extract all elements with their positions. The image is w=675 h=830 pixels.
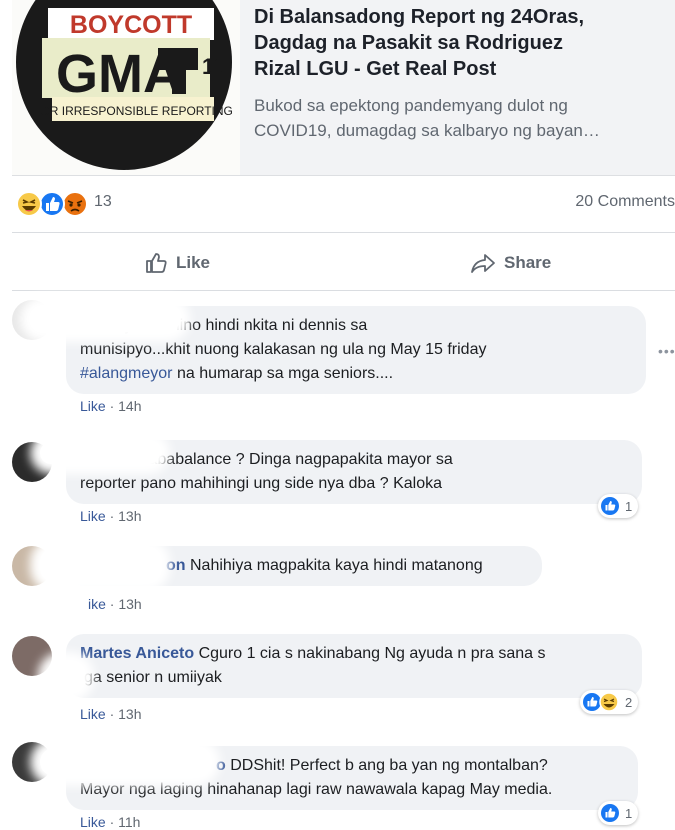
like-reaction-icon	[601, 497, 619, 515]
comment-reaction-count: 1	[625, 498, 633, 514]
link-preview-card[interactable]: BOYCOTT GMA 11 FOR IRRESPONSIBLE REPORTI…	[12, 0, 675, 176]
link-title-line-3: Rizal LGU - Get Real Post	[254, 58, 497, 80]
haha-reaction-icon	[599, 693, 619, 711]
comment-bubble-4: Martes Aniceto Cguro 1 cia s nakinabang …	[66, 634, 642, 698]
comment-text: reporter pano mahihingi ung side nya dba…	[80, 475, 443, 492]
comment-meta: Like · 13h	[80, 508, 142, 524]
thumbs-up-icon	[146, 253, 167, 273]
comment-author[interactable]: o	[216, 757, 226, 774]
redaction	[48, 662, 84, 692]
comment-like-link[interactable]: ike	[88, 596, 106, 612]
like-reaction-icon	[583, 693, 601, 711]
divider-top	[12, 232, 675, 233]
logo-text-irresponsible: FOR IRRESPONSIBLE REPORTING	[33, 104, 233, 118]
redaction	[40, 748, 210, 776]
comment-time[interactable]: 11h	[118, 814, 140, 830]
comment-time[interactable]: 13h	[118, 706, 141, 722]
logo-text-11: 11	[202, 54, 225, 79]
redaction	[30, 306, 180, 332]
comment-reactions-badge[interactable]: 1	[598, 494, 639, 518]
comment-meta: Like · 13h	[80, 706, 142, 722]
comment-reactions-badge[interactable]: 1	[598, 801, 639, 825]
comment-time[interactable]: 14h	[118, 398, 141, 414]
like-button-label: Like	[176, 253, 211, 272]
comment-text: munisipyo...khit nuong kalakasan ng ula …	[80, 341, 487, 358]
link-description-line-1: Bukod sa epektong pandemyang dulot ng	[254, 96, 568, 115]
comment-meta: Like · 14h	[80, 398, 142, 414]
comment-meta: ike · 13h	[88, 596, 142, 612]
like-reaction-icon	[601, 804, 619, 822]
link-title[interactable]: Di Balansadong Report ng 24Oras, Dagdag …	[254, 4, 674, 82]
comment-time[interactable]: 13h	[118, 596, 141, 612]
divider-bottom	[12, 290, 675, 291]
reaction-icons[interactable]	[12, 190, 92, 218]
comment-meta: Like · 11h	[80, 814, 141, 830]
boycott-logo-image: BOYCOTT GMA 11 FOR IRRESPONSIBLE REPORTI…	[16, 0, 233, 170]
hashtag-link[interactable]: #alangmeyor	[80, 365, 173, 382]
share-button-label: Share	[504, 253, 552, 272]
comment-like-link[interactable]: Like	[80, 508, 106, 524]
like-reaction-icon	[39, 191, 65, 217]
link-description: Bukod sa epektong pandemyang dulot ng CO…	[254, 93, 664, 143]
comment-like-link[interactable]: Like	[80, 398, 106, 414]
link-description-line-2: COVID19, dumagdag sa kalbaryo ng bayan…	[254, 121, 600, 140]
link-title-line-1: Di Balansadong Report ng 24Oras,	[254, 6, 585, 28]
boycott-gma-thumbnail[interactable]: BOYCOTT GMA 11 FOR IRRESPONSIBLE REPORTI…	[12, 0, 240, 175]
haha-reaction-icon	[16, 191, 42, 217]
comment-text: Nahihiya magpakita kaya hindi matanong	[190, 557, 483, 574]
comment-reaction-count: 1	[625, 805, 633, 821]
comment-text: Mayor nga laging hinahanap lagi raw nawa…	[80, 781, 553, 798]
share-arrow-icon	[471, 254, 495, 273]
redaction	[40, 442, 160, 464]
more-options-icon[interactable]: •••	[658, 343, 675, 359]
comment-text: na humarap sa mga seniors....	[176, 365, 394, 382]
share-button[interactable]: Share	[470, 248, 551, 278]
reaction-count[interactable]: 13	[94, 193, 112, 211]
comment-text: Cguro 1 cia s nakinabang Ng ayuda n pra …	[198, 645, 546, 662]
comment-reaction-count: 2	[625, 694, 633, 710]
avatar[interactable]	[12, 636, 52, 676]
redaction	[40, 548, 160, 582]
comment-author[interactable]: on	[166, 557, 186, 574]
link-title-line-2: Dagdag na Pasakit sa Rodriguez	[254, 32, 563, 54]
comments-count-link[interactable]: 20 Comments	[575, 193, 675, 211]
comment-like-link[interactable]: Like	[80, 814, 106, 830]
like-button[interactable]: Like	[144, 248, 210, 278]
logo-text-boycott: BOYCOTT	[70, 11, 192, 39]
comment-text: ga senior n umiiyak	[84, 669, 222, 686]
comment-author[interactable]: Martes Aniceto	[80, 645, 194, 662]
comment-time[interactable]: 13h	[118, 508, 141, 524]
comment-reactions-badge[interactable]: 2	[580, 690, 639, 714]
reactions-bar: 13 20 Comments	[12, 190, 675, 218]
angry-reaction-icon	[62, 191, 88, 217]
comment-like-link[interactable]: Like	[80, 706, 106, 722]
comment-text: DDShit! Perfect b ang ba yan ng montalba…	[230, 757, 548, 774]
